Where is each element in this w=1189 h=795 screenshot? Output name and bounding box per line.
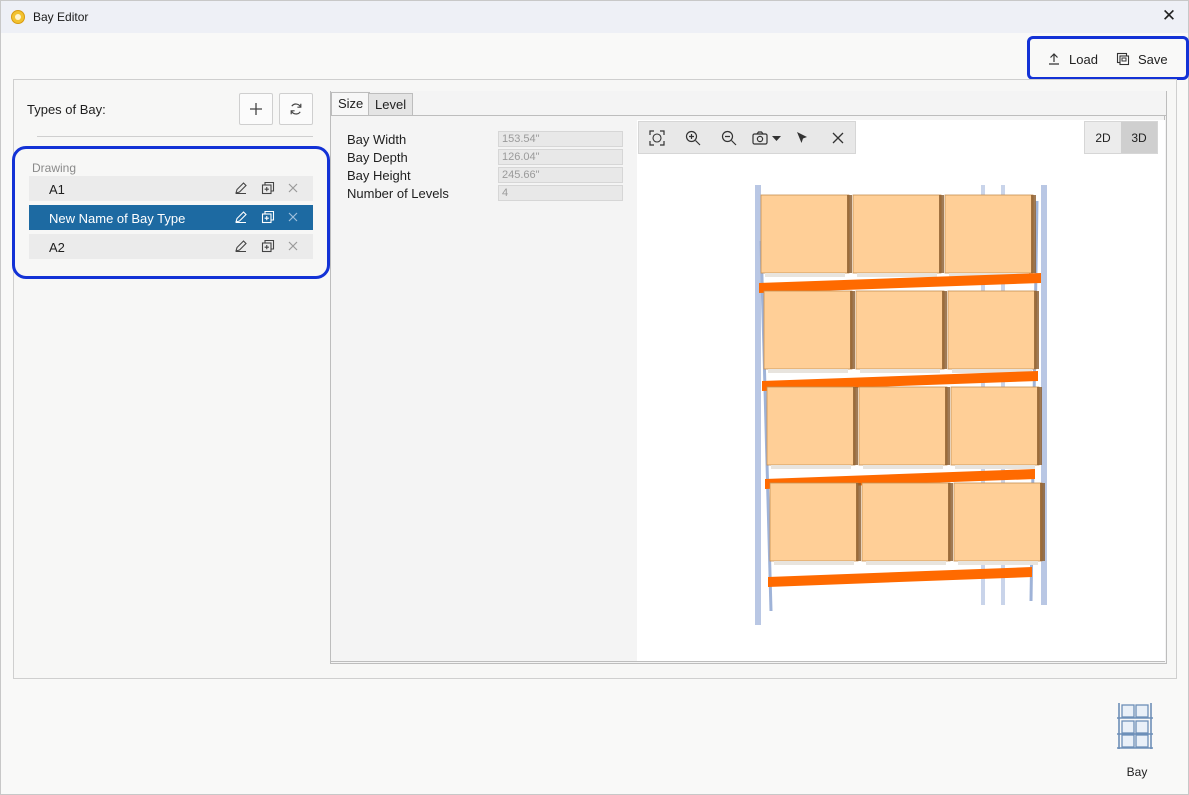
group-label: Drawing	[32, 161, 77, 175]
load-label: Load	[1069, 51, 1098, 67]
rack-pallet	[860, 369, 940, 373]
refresh-icon	[290, 103, 302, 115]
close-button[interactable]: ✕	[1160, 7, 1178, 25]
rack-3d-model	[755, 185, 1047, 625]
bay-depth-field: 126.04"	[498, 149, 623, 165]
rack-pallet	[774, 561, 854, 565]
rack-pallet	[768, 369, 848, 373]
bay-editor-window: Bay Editor ✕ Load Save Types of Bay: Dra…	[0, 0, 1189, 795]
bay-height-field: 245.66"	[498, 167, 623, 183]
upload-icon	[1049, 53, 1059, 65]
rack-box	[947, 290, 1037, 370]
rack-pallet	[765, 273, 845, 277]
bay-type-name: A1	[49, 182, 65, 197]
clear-icon[interactable]	[830, 130, 846, 146]
plus-icon	[250, 103, 262, 115]
bay-type-name: New Name of Bay Type	[49, 211, 186, 226]
camera-icon[interactable]	[752, 130, 784, 146]
rack-pallet	[857, 273, 937, 277]
bay-launcher-label: Bay	[1126, 765, 1148, 779]
zoom-in-icon[interactable]	[685, 130, 701, 146]
2d-mode-button[interactable]: 2D	[1085, 122, 1121, 153]
pointer-icon[interactable]	[794, 130, 810, 146]
rack-box	[858, 386, 948, 466]
duplicate-icon[interactable]	[261, 210, 275, 224]
load-button[interactable]: Load	[1047, 50, 1098, 68]
bay-width-label: Bay Width	[347, 132, 407, 147]
rack-beam	[768, 567, 1032, 587]
tab-size[interactable]: Size	[331, 92, 371, 116]
rack-box-edge	[1037, 387, 1042, 465]
refresh-button[interactable]	[279, 93, 313, 125]
bay-type-item-selected[interactable]: New Name of Bay Type	[29, 205, 313, 230]
rack-pallet	[955, 465, 1035, 469]
3d-mode-button[interactable]: 3D	[1121, 122, 1157, 153]
rack-box-edge	[847, 195, 852, 273]
rack-box-edge	[948, 483, 953, 561]
bay-type-item[interactable]: A2	[29, 234, 313, 259]
window-title: Bay Editor	[33, 10, 89, 24]
tab-level[interactable]: Level	[368, 93, 414, 116]
edit-icon[interactable]	[234, 239, 248, 253]
rack-box	[953, 482, 1043, 562]
number-of-levels-field: 4	[498, 185, 623, 201]
rack-box	[769, 482, 859, 562]
types-of-bay-label: Types of Bay:	[27, 102, 106, 117]
save-label: Save	[1138, 51, 1168, 67]
rack-box-edge	[945, 387, 950, 465]
rack-box-edge	[856, 483, 861, 561]
rack-box	[861, 482, 951, 562]
save-icon	[1116, 52, 1130, 66]
rack-box	[766, 386, 856, 466]
delete-icon[interactable]	[286, 181, 300, 195]
rack-box	[944, 194, 1034, 274]
bay-width-field: 153.54"	[498, 131, 623, 147]
rack-box-edge	[853, 387, 858, 465]
bay-depth-label: Bay Depth	[347, 150, 408, 165]
rack-box-edge	[850, 291, 855, 369]
rack-box-edge	[942, 291, 947, 369]
rack-box-edge	[1040, 483, 1045, 561]
bay-icon	[1117, 703, 1153, 749]
bay-height-label: Bay Height	[347, 168, 411, 183]
bay-launcher[interactable]: Bay	[1111, 701, 1163, 785]
rack-box-edge	[1034, 291, 1039, 369]
rack-box	[855, 290, 945, 370]
bay-type-item[interactable]: A1	[29, 176, 313, 201]
add-bay-type-button[interactable]	[239, 93, 273, 125]
rack-box	[950, 386, 1040, 466]
duplicate-icon[interactable]	[261, 239, 275, 253]
app-icon	[11, 10, 25, 24]
rack-pallet	[863, 465, 943, 469]
rack-box	[763, 290, 853, 370]
fit-view-icon[interactable]	[649, 130, 665, 146]
rack-box-edge	[1031, 195, 1036, 273]
duplicate-icon[interactable]	[261, 181, 275, 195]
sidebar-divider	[37, 136, 313, 137]
edit-icon[interactable]	[234, 210, 248, 224]
rack-box-edge	[939, 195, 944, 273]
rack-pallet	[866, 561, 946, 565]
rack-pallet	[771, 465, 851, 469]
title-bar: Bay Editor ✕	[1, 1, 1188, 33]
rack-levels	[759, 194, 1045, 587]
viewer-toolbar	[638, 121, 856, 154]
rack-box	[852, 194, 942, 274]
view-mode-toggle: 2D 3D	[1084, 121, 1158, 154]
bay-type-name: A2	[49, 240, 65, 255]
delete-icon[interactable]	[286, 210, 300, 224]
rack-pallet	[958, 561, 1038, 565]
save-button[interactable]: Save	[1116, 50, 1168, 68]
delete-icon[interactable]	[286, 239, 300, 253]
rack-box	[760, 194, 850, 274]
edit-icon[interactable]	[234, 181, 248, 195]
number-of-levels-label: Number of Levels	[347, 186, 449, 201]
zoom-out-icon[interactable]	[721, 130, 737, 146]
